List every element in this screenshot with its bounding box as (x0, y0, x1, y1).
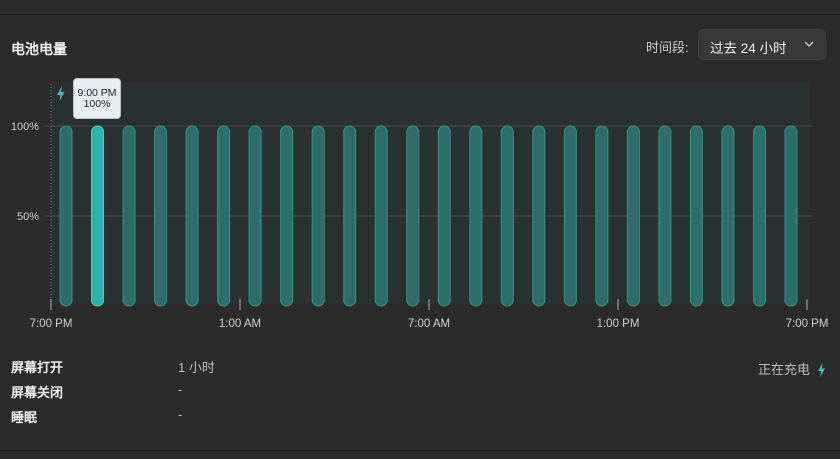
stat-row-screen-on: 屏幕打开 1 小时 (0, 357, 840, 377)
stat-row-sleep: 睡眠 - (0, 407, 840, 427)
x-tick-label: 7:00 AM (408, 318, 450, 330)
chart-bar (343, 125, 357, 307)
section-title: 电池电量 (11, 41, 67, 57)
chart-bar (721, 125, 735, 307)
chevron-down-icon (804, 41, 814, 47)
battery-chart: 100% 50% 7:00 PM 1:00 AM 7:00 AM 1:00 PM 7:00 … (11, 83, 829, 330)
chart-bar (784, 125, 798, 307)
stat-row-screen-off: 屏幕关闭 - (0, 382, 840, 402)
y-tick-label: 100% (11, 121, 39, 133)
stat-label: 睡眠 (11, 410, 38, 425)
period-dropdown[interactable]: 过去 24 小时 (698, 29, 826, 60)
x-tick-label: 7:00 PM (786, 318, 829, 330)
x-tick-label: 1:00 PM (597, 318, 640, 330)
stat-value: - (178, 407, 183, 422)
chart-bar (59, 125, 73, 307)
x-tick-label: 1:00 AM (219, 318, 261, 330)
chart-bar (658, 125, 672, 307)
tooltip-value: 100% (83, 98, 111, 110)
stat-label: 屏幕打开 (11, 360, 64, 375)
y-tick-label: 50% (17, 211, 39, 223)
divider (0, 450, 840, 451)
period-label: 时间段: (646, 40, 689, 55)
chart-bar (154, 125, 168, 307)
chart-bar (406, 125, 420, 307)
chart-bar (626, 125, 640, 307)
chart-bar (437, 125, 451, 307)
chart-bar (217, 125, 231, 307)
chart-bar (122, 125, 136, 307)
chart-bar (248, 125, 262, 307)
chart-bar (311, 125, 325, 307)
chart-bar (689, 125, 703, 307)
chart-bar (563, 125, 577, 307)
x-tick-label: 7:00 PM (30, 318, 73, 330)
stat-value: 1 小时 (178, 360, 215, 375)
chart-bar (185, 125, 199, 307)
chart-bar (374, 125, 388, 307)
chart-bar (532, 125, 546, 307)
chart-bar (469, 125, 483, 307)
chart-bar (595, 125, 609, 307)
divider (0, 14, 840, 15)
chart-tooltip: 9:00 PM 100% (73, 78, 121, 119)
chart-bar (752, 125, 766, 307)
stat-value: - (178, 382, 183, 397)
period-value: 过去 24 小时 (710, 41, 787, 56)
battery-level-panel: 电池电量 时间段: 过去 24 小时 100% 50% 7:00 PM 1:00 AM… (0, 0, 840, 459)
charging-status: 正在充电 (758, 362, 811, 377)
lightning-icon (818, 363, 825, 377)
chart-bar (500, 125, 514, 307)
stat-label: 屏幕关闭 (11, 385, 64, 400)
chart-bar (91, 125, 105, 307)
chart-bar (280, 125, 294, 307)
